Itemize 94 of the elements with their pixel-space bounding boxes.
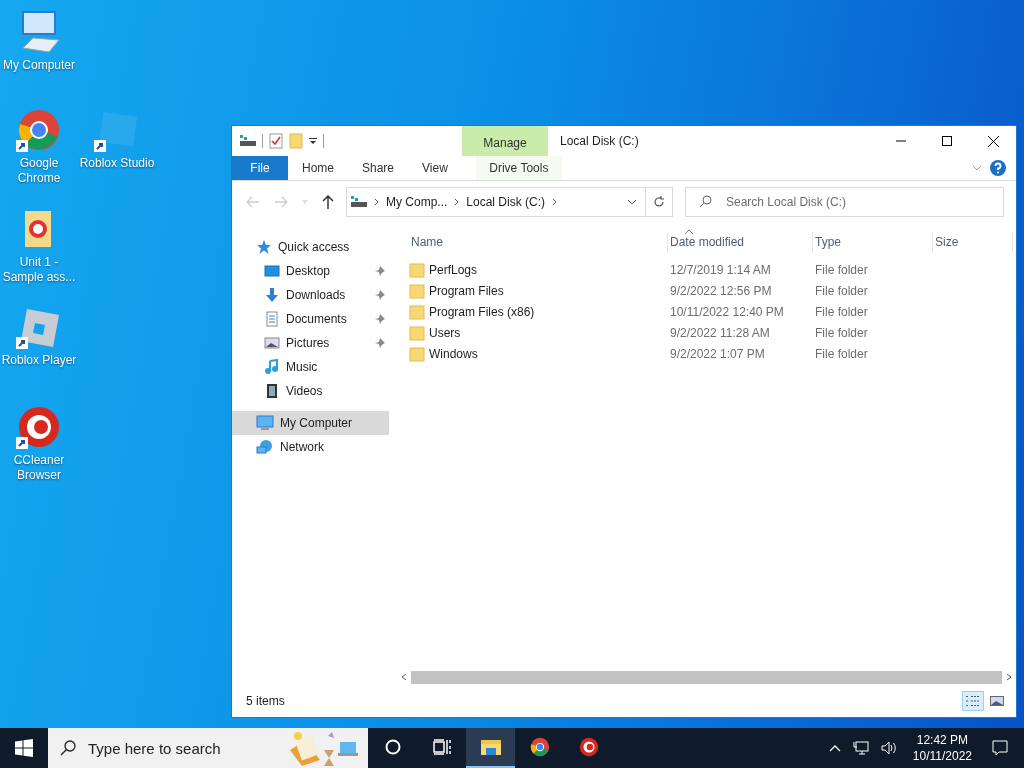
taskbar-search-field[interactable]: Type here to search: [48, 728, 368, 768]
table-cell-text: 9/2/2022 11:28 AM: [669, 325, 771, 340]
folder-name[interactable]: PerfLogs: [409, 261, 668, 278]
table-cell-text: File folder: [814, 262, 869, 277]
pin-icon[interactable]: [375, 290, 385, 300]
monitor-icon: [256, 415, 274, 431]
folder-icon: [409, 261, 425, 278]
chevron-down-icon[interactable]: [627, 199, 637, 205]
table-cell-text: 9/2/2022 1:07 PM: [669, 346, 766, 361]
download-arrow-icon: [264, 287, 280, 303]
search-icon: [60, 740, 76, 756]
column-header[interactable]: Size: [933, 232, 1013, 252]
table-cell-text: File folder: [814, 325, 869, 340]
scrollbar-thumb[interactable]: [411, 670, 1002, 684]
document-icon: [264, 311, 280, 327]
star-icon: [256, 239, 272, 255]
folder-name[interactable]: Users: [409, 324, 668, 341]
file-explorer-button[interactable]: [466, 728, 515, 768]
folder-icon: [479, 738, 502, 756]
scroll-left-icon[interactable]: [401, 673, 407, 681]
ribbon-tab[interactable]: Home: [288, 156, 348, 180]
nav-item[interactable]: Quick access: [232, 235, 389, 259]
window-title: Local Disk (C:): [560, 134, 639, 148]
address-bar[interactable]: My Comp... Local Disk (C:): [346, 187, 646, 217]
folder-name[interactable]: Windows: [409, 345, 668, 362]
ccleaner-icon: [577, 736, 600, 758]
chrome-icon: [528, 736, 551, 758]
help-icon[interactable]: [990, 160, 1006, 176]
search-icon: [699, 195, 712, 208]
column-header[interactable]: Date modified: [668, 232, 813, 252]
film-icon: [264, 383, 280, 399]
picture-icon: [264, 335, 280, 351]
table-cell-text: 9/2/2022 12:56 PM: [669, 283, 773, 298]
up-arrow-icon[interactable]: [322, 195, 334, 209]
music-note-icon: [264, 359, 280, 375]
table-cell-text: 12/7/2019 1:14 AM: [669, 262, 772, 277]
maximize-icon: [942, 136, 952, 146]
chevron-right-icon[interactable]: [374, 198, 379, 206]
desktop-icon: [264, 263, 280, 279]
folder-icon: [409, 324, 425, 341]
breadcrumb[interactable]: Local Disk (C:): [466, 195, 546, 209]
close-icon: [987, 135, 999, 147]
table-cell-text: File folder: [814, 346, 869, 361]
folder-icon: [409, 303, 425, 320]
chevron-up-icon[interactable]: [828, 744, 841, 752]
network-icon: [256, 439, 274, 455]
list-icon: [966, 695, 980, 707]
clock-time[interactable]: 12:42 PM: [916, 732, 969, 748]
ribbon-tab[interactable]: View: [408, 156, 462, 180]
scroll-right-icon[interactable]: [1006, 673, 1012, 681]
clock-date[interactable]: 10/11/2022: [912, 748, 972, 764]
details-view-button[interactable]: [962, 691, 984, 711]
windows-logo-icon: [15, 739, 33, 757]
nav-item[interactable]: My Computer: [232, 411, 389, 435]
pin-icon[interactable]: [375, 338, 385, 348]
table-cell-text: File folder: [814, 283, 869, 298]
table-cell-text: 10/11/2022 12:40 PM: [669, 304, 785, 319]
speaker-icon[interactable]: [880, 741, 897, 755]
pin-icon[interactable]: [375, 314, 385, 324]
nav-item[interactable]: Pictures: [232, 331, 389, 355]
search-field[interactable]: Search Local Disk (C:): [685, 187, 1004, 217]
nav-item[interactable]: Documents: [232, 307, 389, 331]
task-view-icon: [432, 739, 451, 755]
column-header[interactable]: Type: [813, 232, 933, 252]
folder-name[interactable]: Program Files (x86): [409, 303, 668, 320]
file-tab[interactable]: File: [232, 156, 288, 180]
nav-item[interactable]: Videos: [232, 379, 389, 403]
breadcrumb[interactable]: My Comp...: [386, 195, 448, 209]
notification-icon[interactable]: [992, 740, 1008, 756]
drive-icon: [351, 196, 367, 208]
nav-item[interactable]: Network: [232, 435, 389, 459]
drive-icon[interactable]: [240, 135, 256, 147]
dropdown-icon[interactable]: [309, 137, 317, 145]
status-text: 5 items: [246, 694, 285, 708]
pin-icon[interactable]: [375, 266, 385, 276]
table-cell-text: File folder: [814, 304, 869, 319]
refresh-icon: [653, 196, 665, 208]
ribbon-tab[interactable]: Share: [348, 156, 409, 180]
network-icon[interactable]: [852, 741, 869, 755]
context-tab-group: Manage: [462, 126, 548, 156]
circle-icon: [384, 739, 401, 755]
chevron-right-icon[interactable]: [454, 198, 460, 206]
nav-item[interactable]: Downloads: [232, 283, 389, 307]
picture-icon: [990, 695, 1004, 707]
column-header[interactable]: Name: [409, 232, 668, 252]
chevron-right-icon[interactable]: [552, 198, 558, 206]
sort-caret-icon: [685, 229, 693, 234]
folder-icon: [409, 345, 425, 362]
nav-item[interactable]: Desktop: [232, 259, 389, 283]
nav-item[interactable]: Music: [232, 355, 389, 379]
folder-name[interactable]: Program Files: [409, 282, 668, 299]
folder-icon: [409, 282, 425, 299]
refresh-button[interactable]: [645, 187, 673, 217]
checklist-icon[interactable]: [269, 133, 283, 149]
